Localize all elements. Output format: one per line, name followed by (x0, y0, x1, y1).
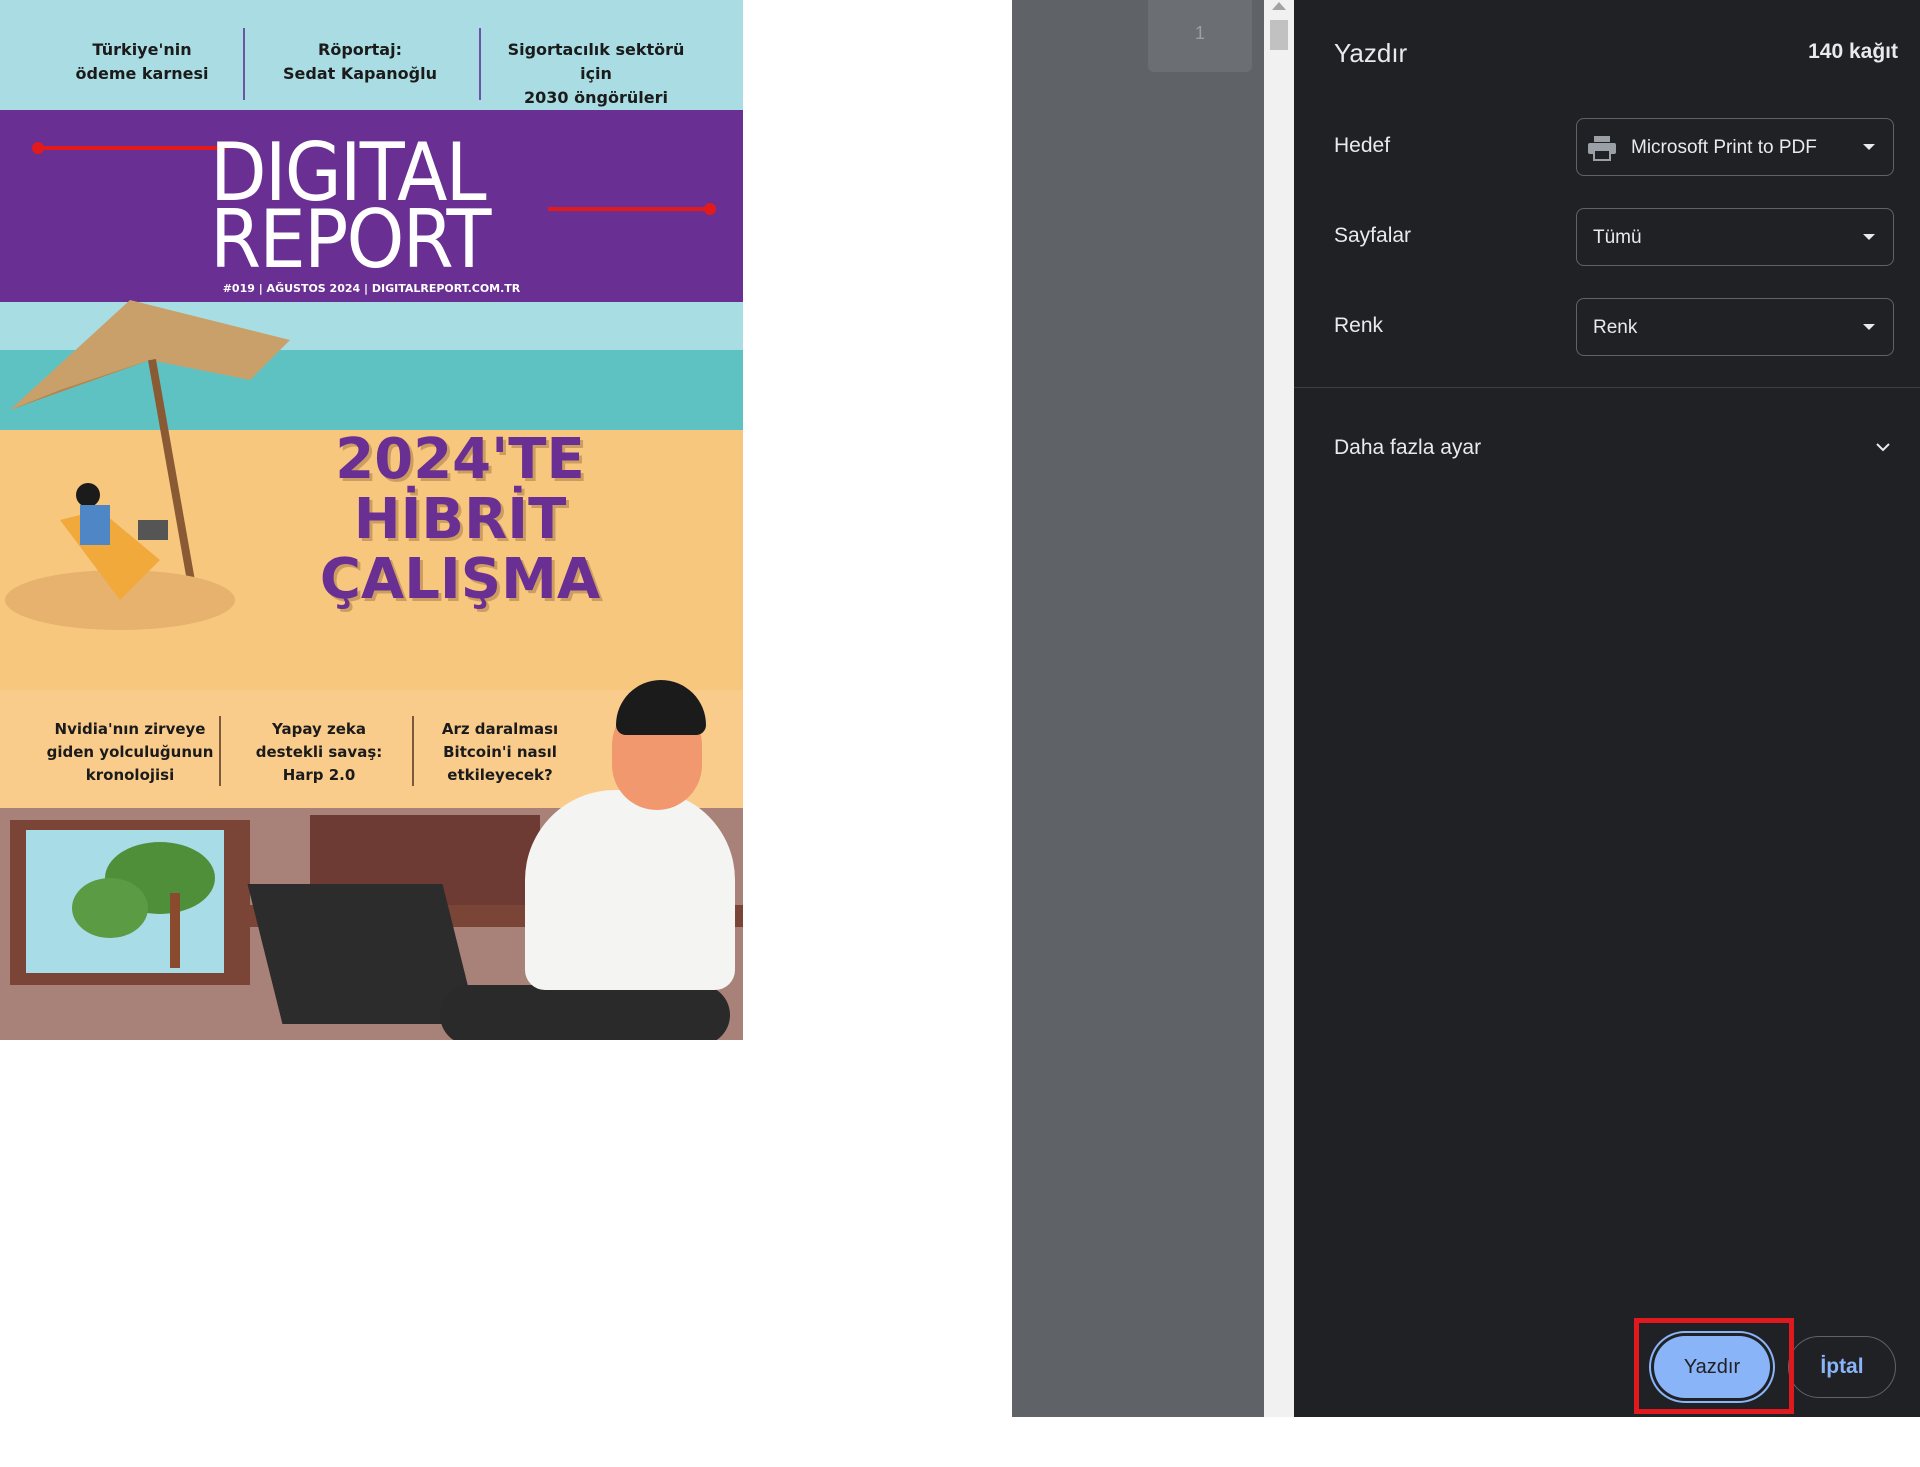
masthead-accent-dot (704, 203, 716, 215)
preview-scrollbar[interactable] (1264, 0, 1294, 1417)
cover-divider (412, 716, 414, 786)
cover-top-story-line: 2030 öngörüleri (524, 88, 668, 107)
cover-bottom-story: Nvidia'nın zirveye giden yolculuğunun kr… (40, 718, 220, 787)
pages-select[interactable]: Tümü (1576, 208, 1894, 266)
headline-line: 2024'TE (335, 427, 585, 492)
page-number-badge: 1 (1148, 0, 1252, 72)
preview-scrollbar-thumb[interactable] (1270, 20, 1288, 50)
cover-bottom-story-line: Harp 2.0 (282, 766, 356, 784)
pages-label: Sayfalar (1334, 224, 1412, 247)
cover-bottom-story-line: Yapay zeka (271, 720, 366, 738)
cover-bottom-story-line: etkileyecek? (447, 766, 553, 784)
cover-bottom-story: Arz daralması Bitcoin'i nasıl etkileyece… (420, 718, 580, 787)
printer-icon (1588, 136, 1616, 161)
destination-select[interactable]: Microsoft Print to PDF (1576, 118, 1894, 176)
destination-value: Microsoft Print to PDF (1631, 137, 1817, 158)
cover-top-story-line: Röportaj: (318, 40, 402, 59)
cover-bottom-story-line: destekli savaş: (255, 743, 383, 761)
tree-illustration (72, 842, 215, 968)
dropdown-caret-icon (1863, 144, 1875, 150)
cover-divider (479, 28, 481, 100)
issue-info: #019 | AĞUSTOS 2024 | DIGITALREPORT.COM.… (222, 282, 521, 295)
scroll-up-arrow-icon[interactable] (1272, 2, 1286, 10)
headline-line: HİBRİT (353, 487, 567, 552)
cover-top-band: Türkiye'nin ödeme karnesi Röportaj: Seda… (0, 0, 743, 110)
preview-area[interactable] (1012, 0, 1264, 1417)
headline-line: ÇALIŞMA (319, 547, 601, 612)
cover-bottom-story-line: Nvidia'nın zirveye (54, 720, 206, 738)
cover-divider (243, 28, 245, 100)
cover-top-story-line: Sigortacılık sektörü için (507, 40, 685, 83)
pages-value: Tümü (1593, 227, 1642, 248)
chevron-down-icon[interactable] (1876, 440, 1890, 454)
masthead-accent-line (36, 146, 226, 150)
color-select[interactable]: Renk (1576, 298, 1894, 356)
print-dialog-title: Yazdır (1334, 38, 1408, 68)
sheet-count: 140 kağıt (1808, 40, 1898, 63)
cover-headline: 2024'TE HİBRİT ÇALIŞMA (250, 430, 670, 610)
panel-divider (1294, 387, 1920, 388)
cover-divider (219, 716, 221, 786)
cover-bottom-story: Yapay zeka destekli savaş: Harp 2.0 (226, 718, 412, 787)
magazine-cover-preview: Türkiye'nin ödeme karnesi Röportaj: Seda… (0, 0, 743, 1040)
cover-bottom-story-line: kronolojisi (85, 766, 175, 784)
cover-top-story: Türkiye'nin ödeme karnesi (44, 38, 240, 88)
color-value: Renk (1593, 317, 1638, 338)
person-shirt (525, 790, 735, 990)
more-settings-toggle[interactable]: Daha fazla ayar (1334, 436, 1481, 460)
print-button-highlight (1634, 1318, 1794, 1414)
cover-bottom-story-line: giden yolculuğunun (46, 743, 214, 761)
cover-top-story-line: ödeme karnesi (75, 64, 209, 83)
print-settings-panel: Yazdır 140 kağıt Hedef Microsoft Print t… (1294, 0, 1920, 1417)
cover-bottom-story-line: Bitcoin'i nasıl (443, 743, 557, 761)
dropdown-caret-icon (1863, 324, 1875, 330)
dropdown-caret-icon (1863, 234, 1875, 240)
destination-label: Hedef (1334, 134, 1391, 157)
masthead-title-line: REPORT (210, 193, 492, 286)
cancel-button[interactable]: İptal (1788, 1336, 1896, 1398)
masthead-accent-line (548, 207, 710, 211)
cover-top-story: Röportaj: Sedat Kapanoğlu (256, 38, 464, 88)
cover-top-story-line: Türkiye'nin (92, 40, 192, 59)
person-legs (440, 985, 730, 1040)
masthead-accent-dot (32, 142, 44, 154)
color-label: Renk (1334, 314, 1384, 337)
cover-bottom-story-line: Arz daralması (441, 720, 559, 738)
cover-top-story: Sigortacılık sektörü için 2030 öngörüler… (490, 38, 702, 107)
cover-top-story-line: Sedat Kapanoğlu (283, 64, 437, 83)
